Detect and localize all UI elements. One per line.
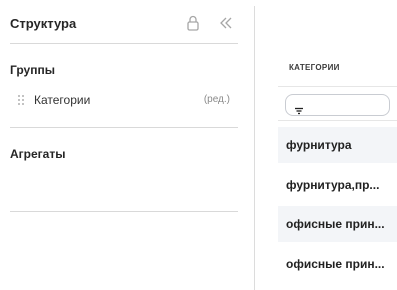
aggregates-section-title: Агрегаты	[10, 147, 66, 161]
column-filter-input[interactable]	[285, 94, 390, 116]
table-row[interactable]: фурнитура	[278, 127, 397, 163]
double-chevron-left-icon[interactable]	[218, 16, 234, 30]
column-header-categories[interactable]: КАТЕГОРИИ	[289, 63, 340, 72]
structure-panel-title: Структура	[10, 16, 77, 31]
groups-section-title: Группы	[10, 63, 55, 77]
lock-icon[interactable]	[186, 15, 200, 31]
group-item-label: Категории	[34, 93, 91, 107]
table-row[interactable]: фурнитура,пр...	[278, 167, 397, 203]
drag-handle-icon[interactable]	[17, 93, 25, 105]
edit-group-link[interactable]: (ред.)	[204, 94, 230, 105]
section-divider	[10, 211, 238, 212]
table-row[interactable]: офисные прин...	[278, 206, 397, 242]
table-cell: офисные прин...	[286, 217, 385, 231]
header-divider	[278, 86, 397, 87]
table-row[interactable]: офисные прин...	[278, 246, 397, 282]
table-cell: офисные прин...	[286, 257, 385, 271]
structure-panel: Структура Группы Категории (ред.) Агрега…	[0, 0, 248, 290]
structure-panel-header: Структура	[10, 0, 238, 44]
group-item-categories[interactable]: Категории (ред.)	[10, 89, 238, 111]
panel-splitter[interactable]	[254, 6, 255, 290]
pivot-editor: Структура Группы Категории (ред.) Агрега…	[0, 0, 397, 290]
table-cell: фурнитура,пр...	[286, 178, 380, 192]
section-divider	[10, 127, 238, 128]
table-cell: фурнитура	[286, 138, 352, 152]
data-table: КАТЕГОРИИ фурнитура фурнитура,пр... офис…	[278, 46, 397, 290]
filter-divider	[278, 120, 397, 121]
filter-icon	[294, 102, 304, 115]
